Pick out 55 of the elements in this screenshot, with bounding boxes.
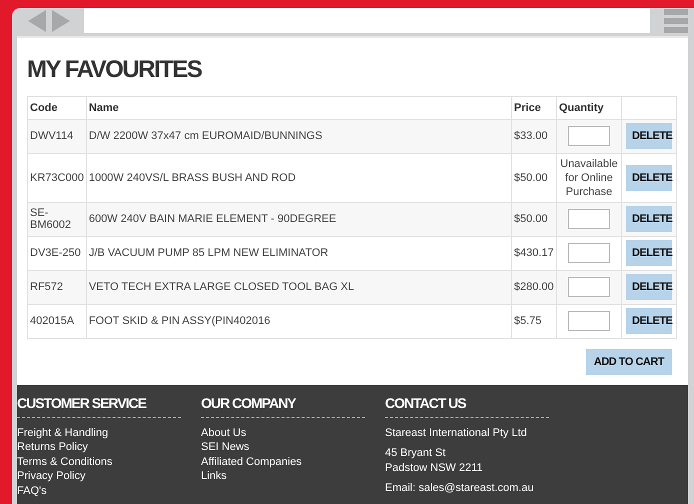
menu-icon[interactable]	[664, 8, 688, 33]
delete-button[interactable]: DELETE	[626, 308, 672, 334]
code-cell: SE-BM6002	[28, 202, 86, 236]
footer-link[interactable]: Links	[201, 469, 365, 484]
footer-link[interactable]: FAQ's	[17, 484, 181, 498]
footer-heading: CUSTOMER SERVICE	[17, 394, 181, 418]
footer-heading: CONTACT US	[385, 394, 549, 418]
footer-link[interactable]: SEI News	[201, 440, 365, 454]
price-cell: $280.00	[512, 270, 556, 304]
delete-button[interactable]: DELETE	[626, 274, 672, 300]
column-header: Name	[86, 96, 512, 119]
add-to-cart-button[interactable]: ADD TO CART	[586, 348, 672, 374]
name-cell: D/W 2200W 37x47 cm EUROMAID/BUNNINGS	[86, 119, 512, 153]
address-bar[interactable]	[84, 8, 650, 34]
name-cell: J/B VACUUM PUMP 85 LPM NEW ELIMINATOR	[86, 236, 512, 270]
code-cell: DV3E-250	[28, 236, 86, 270]
delete-button[interactable]: DELETE	[626, 206, 672, 232]
footer-link[interactable]: Terms & Conditions	[17, 454, 181, 469]
footer-link[interactable]: Freight & Handling	[17, 426, 181, 440]
code-cell: RF572	[28, 270, 86, 304]
name-cell: VETO TECH EXTRA LARGE CLOSED TOOL BAG XL	[86, 270, 512, 304]
code-cell: 402015A	[28, 304, 86, 338]
contact-text: Email: sales@stareast.com.au	[385, 481, 535, 496]
code-cell: DWV114	[28, 119, 86, 153]
contact-text: Stareast International Pty Ltd	[385, 426, 528, 440]
unavailable-note: Unavailable for Online Purchase	[559, 156, 619, 198]
quantity-input[interactable]	[568, 126, 610, 146]
footer-heading: OUR COMPANY	[201, 394, 365, 418]
contact-text: 45 Bryant St	[385, 446, 447, 460]
name-cell: FOOT SKID & PIN ASSY(PIN402016	[86, 304, 512, 338]
quantity-input[interactable]	[568, 209, 610, 229]
quantity-input[interactable]	[568, 277, 610, 297]
code-cell: KR73C000	[28, 153, 86, 202]
quantity-input[interactable]	[568, 243, 610, 263]
price-cell: $33.00	[512, 119, 556, 153]
price-cell: $50.00	[512, 153, 556, 202]
quantity-input[interactable]	[568, 311, 610, 331]
column-header: Price	[512, 96, 556, 119]
name-cell: 1000W 240VS/L BRASS BUSH AND ROD	[86, 153, 512, 202]
delete-button[interactable]: DELETE	[626, 240, 672, 266]
price-cell: $430.17	[512, 236, 556, 270]
footer-link[interactable]: Returns Policy	[17, 440, 181, 454]
delete-button[interactable]: DELETE	[626, 164, 672, 190]
column-header: Code	[28, 96, 86, 119]
footer-link[interactable]: Affiliated Companies	[201, 454, 365, 469]
column-header: Quantity	[556, 96, 622, 119]
price-cell: $5.75	[512, 304, 556, 338]
page-title: MY FAVOURITES	[27, 56, 203, 84]
price-cell: $50.00	[512, 202, 556, 236]
footer-link[interactable]: Privacy Policy	[17, 469, 181, 484]
name-cell: 600W 240V BAIN MARIE ELEMENT - 90DEGREE	[86, 202, 512, 236]
back-forward-arrows-icon[interactable]	[28, 10, 70, 32]
delete-button[interactable]: DELETE	[626, 123, 672, 149]
footer-link[interactable]: About Us	[201, 426, 365, 440]
contact-text: Padstow NSW 2211	[385, 460, 484, 475]
